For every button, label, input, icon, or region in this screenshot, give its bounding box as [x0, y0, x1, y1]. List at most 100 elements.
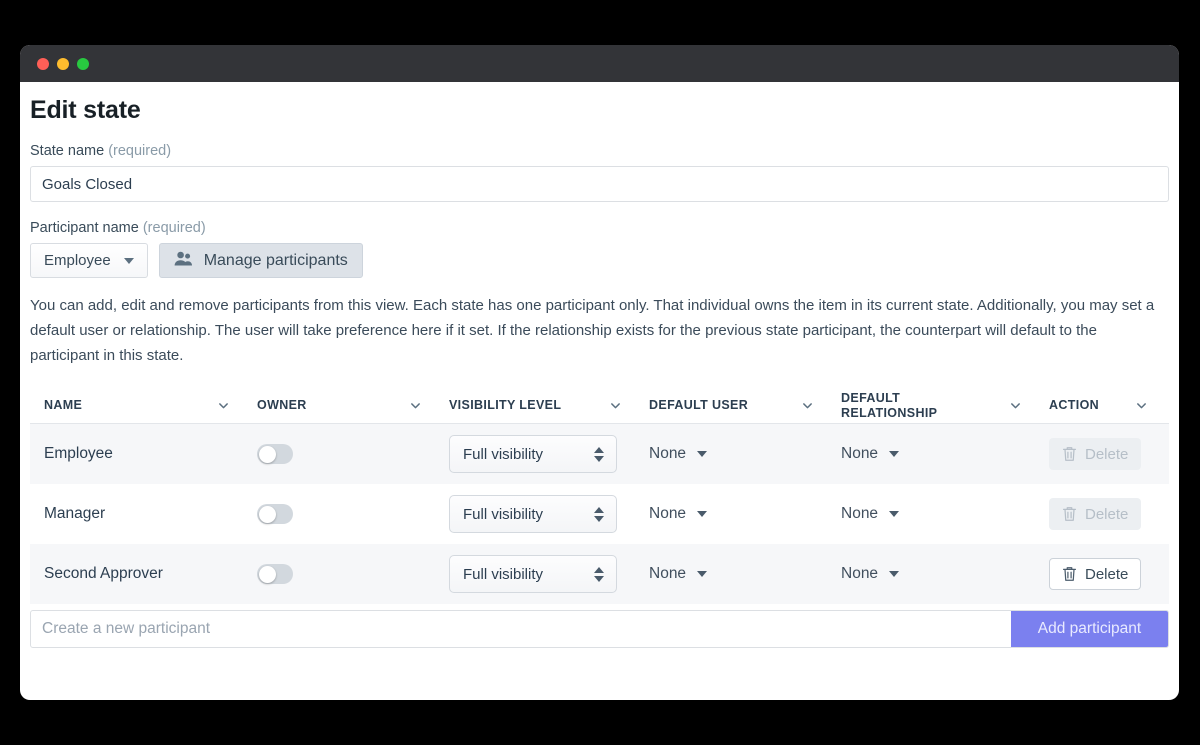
- column-header-default-relationship[interactable]: DEFAULT RELATIONSHIP: [827, 391, 1035, 421]
- description-text: You can add, edit and remove participant…: [30, 297, 1155, 364]
- column-header-visibility-level[interactable]: VISIBILITY LEVEL: [435, 398, 635, 413]
- column-header-action-label: ACTION: [1049, 398, 1100, 412]
- participant-select-value: Employee: [44, 252, 111, 269]
- default-relationship-dropdown[interactable]: None: [841, 445, 900, 463]
- chevron-down-icon: [411, 403, 420, 409]
- users-icon: [174, 251, 193, 271]
- default-relationship-dropdown[interactable]: None: [841, 505, 900, 523]
- chevron-down-icon: [803, 403, 812, 409]
- caret-down-icon: [889, 511, 900, 517]
- default-user-value: None: [649, 505, 687, 522]
- manage-participants-button[interactable]: Manage participants: [158, 243, 363, 278]
- select-stepper-icon: [594, 566, 604, 582]
- chevron-down-icon: [1011, 403, 1020, 409]
- row-action-cell: Delete: [1035, 438, 1161, 470]
- column-header-action[interactable]: ACTION: [1035, 398, 1161, 413]
- row-name: Second Approver: [44, 565, 163, 582]
- caret-down-icon: [889, 571, 900, 577]
- participant-controls: Employee Manage participants: [30, 243, 1169, 278]
- column-header-default-relationship-label: DEFAULT RELATIONSHIP: [841, 390, 938, 420]
- column-header-owner[interactable]: OWNER: [243, 398, 435, 413]
- manage-participants-label: Manage participants: [203, 251, 348, 269]
- column-header-name-label: NAME: [44, 398, 83, 412]
- default-relationship-value: None: [841, 565, 879, 582]
- state-name-label: State name (required): [30, 143, 1169, 159]
- row-name-cell: Second Approver: [30, 565, 243, 583]
- row-name: Manager: [44, 505, 106, 522]
- default-user-value: None: [649, 445, 687, 462]
- owner-toggle[interactable]: [257, 504, 293, 524]
- row-name-cell: Employee: [30, 445, 243, 463]
- default-user-dropdown[interactable]: None: [649, 565, 708, 583]
- row-default-user-cell: None: [635, 565, 827, 583]
- visibility-level-value: Full visibility: [463, 565, 544, 583]
- column-header-default-user-label: DEFAULT USER: [649, 398, 749, 412]
- chevron-down-icon: [611, 403, 620, 409]
- caret-down-icon: [889, 451, 900, 457]
- delete-button: Delete: [1049, 438, 1142, 470]
- visibility-level-select[interactable]: Full visibility: [449, 435, 617, 473]
- page-title: Edit state: [30, 96, 141, 124]
- visibility-level-value: Full visibility: [463, 505, 544, 523]
- default-relationship-value: None: [841, 445, 879, 462]
- participants-table: NAME OWNER VISIBILITY LEVEL DEFAULT USER…: [30, 384, 1169, 604]
- owner-toggle[interactable]: [257, 564, 293, 584]
- visibility-level-select[interactable]: Full visibility: [449, 555, 617, 593]
- participant-name-label: Participant name (required): [30, 220, 1169, 236]
- row-name-cell: Manager: [30, 505, 243, 523]
- state-name-required-note: (required): [108, 143, 172, 159]
- table-row: Employee Full visibility None None Delet…: [30, 424, 1169, 484]
- column-header-default-user[interactable]: DEFAULT USER: [635, 398, 827, 413]
- default-relationship-dropdown[interactable]: None: [841, 565, 900, 583]
- trash-icon: [1062, 567, 1077, 581]
- row-default-user-cell: None: [635, 505, 827, 523]
- row-action-cell: Delete: [1035, 498, 1161, 530]
- owner-toggle[interactable]: [257, 444, 293, 464]
- chevron-down-icon: [1137, 403, 1146, 409]
- caret-down-icon: [697, 511, 708, 517]
- default-user-dropdown[interactable]: None: [649, 505, 708, 523]
- table-row: Manager Full visibility None None Delete: [30, 484, 1169, 544]
- visibility-level-select[interactable]: Full visibility: [449, 495, 617, 533]
- column-header-owner-label: OWNER: [257, 398, 307, 412]
- delete-button-label: Delete: [1085, 565, 1129, 583]
- state-name-label-text: State name: [30, 143, 105, 159]
- row-default-user-cell: None: [635, 445, 827, 463]
- window-content: Edit state State name (required) Partici…: [20, 96, 1179, 648]
- table-header-row: NAME OWNER VISIBILITY LEVEL DEFAULT USER…: [30, 384, 1169, 424]
- column-header-name[interactable]: NAME: [30, 398, 243, 413]
- state-name-input[interactable]: [30, 166, 1169, 202]
- row-name: Employee: [44, 445, 113, 462]
- row-visibility-cell: Full visibility: [435, 555, 635, 593]
- row-visibility-cell: Full visibility: [435, 495, 635, 533]
- toggle-knob: [258, 445, 276, 463]
- row-owner-cell: [243, 504, 435, 524]
- default-user-value: None: [649, 565, 687, 582]
- add-participant-bar: Add participant: [30, 610, 1169, 648]
- maximize-window-button[interactable]: [77, 57, 89, 70]
- table-row: Second Approver Full visibility None Non…: [30, 544, 1169, 604]
- toggle-knob: [258, 505, 276, 523]
- participant-select-dropdown[interactable]: Employee: [30, 243, 148, 278]
- trash-icon: [1062, 447, 1077, 461]
- delete-button[interactable]: Delete: [1049, 558, 1142, 590]
- toggle-knob: [258, 565, 276, 583]
- window-titlebar: [20, 45, 1179, 82]
- default-user-dropdown[interactable]: None: [649, 445, 708, 463]
- trash-icon: [1062, 507, 1077, 521]
- delete-button: Delete: [1049, 498, 1142, 530]
- row-default-relationship-cell: None: [827, 445, 1035, 463]
- minimize-window-button[interactable]: [57, 57, 69, 70]
- add-participant-button[interactable]: Add participant: [1011, 611, 1168, 647]
- caret-down-icon: [697, 571, 708, 577]
- participant-name-label-text: Participant name: [30, 220, 139, 236]
- row-visibility-cell: Full visibility: [435, 435, 635, 473]
- visibility-level-value: Full visibility: [463, 445, 544, 463]
- select-stepper-icon: [594, 446, 604, 462]
- close-window-button[interactable]: [37, 57, 49, 70]
- participant-name-required-note: (required): [142, 220, 206, 236]
- row-action-cell: Delete: [1035, 558, 1161, 590]
- delete-button-label: Delete: [1085, 505, 1129, 523]
- new-participant-input[interactable]: [31, 611, 1011, 647]
- select-stepper-icon: [594, 506, 604, 522]
